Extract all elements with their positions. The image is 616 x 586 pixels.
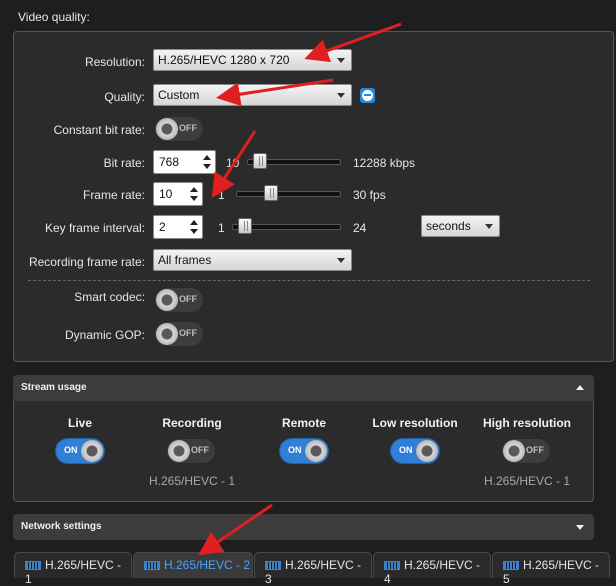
network-settings-title: Network settings [21,521,102,532]
frame-rate-max: 30 fps [353,188,386,202]
toggle-knob [168,440,190,462]
low-resolution-toggle[interactable]: ON [390,438,440,464]
network-settings-header[interactable]: Network settings [13,514,594,540]
frame-rate-min: 1 [218,188,225,202]
spin-down-icon[interactable] [203,164,211,169]
recording-stream: H.265/HEVC - 1 [148,474,236,488]
frame-rate-slider-track[interactable] [236,191,341,197]
dynamic-gop-toggle[interactable]: OFF [154,321,204,347]
resolution-dropdown[interactable]: H.265/HEVC 1280 x 720 [153,49,352,71]
toggle-state: OFF [179,328,197,338]
toggle-state: ON [64,445,78,455]
key-frame-interval-label: Key frame interval: [44,221,145,235]
low-resolution-title: Low resolution [372,416,458,430]
recording-frame-rate-value: All frames [158,253,212,267]
stream-icon [503,561,519,571]
chevron-down-icon [485,224,493,229]
frame-rate-value: 10 [159,187,173,201]
recording-title: Recording [162,416,222,430]
high-resolution-stream: H.265/HEVC - 1 [483,474,571,488]
recording-toggle[interactable]: OFF [166,438,216,464]
high-resolution-title: High resolution [483,416,571,430]
bit-rate-min: 10 [226,156,240,170]
stream-icon [265,561,281,571]
divider [28,280,590,281]
toggle-state: OFF [179,123,197,133]
quality-value: Custom [158,88,200,102]
toggle-state: ON [399,445,413,455]
spin-down-icon[interactable] [190,196,198,201]
frame-rate-label: Frame rate: [82,188,145,202]
remote-title: Remote [281,416,326,430]
tab-stream-2[interactable]: H.265/HEVC - 2 [133,552,253,578]
toggle-knob [503,440,525,462]
spin-up-icon[interactable] [190,187,198,192]
quality-dropdown[interactable]: Custom [153,84,352,106]
spin-down-icon[interactable] [190,229,198,234]
remote-toggle[interactable]: ON [279,438,329,464]
toggle-knob [156,323,178,345]
stream-icon [384,561,400,571]
key-frame-interval-min: 1 [218,221,225,235]
toggle-state: OFF [179,294,197,304]
frame-rate-spinner[interactable]: 10 [153,182,203,206]
key-frame-interval-spinner[interactable]: 2 [153,215,203,239]
section-title: Video quality: [18,10,90,24]
toggle-knob [156,118,178,140]
dynamic-gop-label: Dynamic GOP: [64,328,145,342]
key-frame-interval-slider-thumb[interactable] [237,218,252,234]
toggle-knob [305,440,327,462]
constant-bit-rate-toggle[interactable]: OFF [154,116,204,142]
key-frame-unit-value: seconds [426,219,471,233]
chevron-down-icon [337,93,345,98]
frame-rate-slider-thumb[interactable] [264,185,279,201]
high-resolution-toggle[interactable]: OFF [501,438,551,464]
chevron-down-icon [337,58,345,63]
toggle-state: OFF [526,445,544,455]
smart-codec-toggle[interactable]: OFF [154,287,204,313]
toggle-knob [156,289,178,311]
tab-stream-3[interactable]: H.265/HEVC - 3 [254,552,372,586]
spin-up-icon[interactable] [190,220,198,225]
smart-codec-label: Smart codec: [74,290,145,304]
bit-rate-value: 768 [159,155,180,169]
tab-stream-1[interactable]: H.265/HEVC - 1 [14,552,132,586]
toggle-state: ON [288,445,302,455]
quality-label: Quality: [104,90,145,104]
minus-circle-icon[interactable] [360,88,375,103]
key-frame-unit-dropdown[interactable]: seconds [421,215,500,237]
constant-bit-rate-label: Constant bit rate: [53,123,145,137]
resolution-value: H.265/HEVC 1280 x 720 [158,53,290,67]
bit-rate-label: Bit rate: [103,156,145,170]
stream-usage-title: Stream usage [21,382,87,393]
tab-label: H.265/HEVC - 2 [164,558,251,572]
tab-stream-4[interactable]: H.265/HEVC - 4 [373,552,491,586]
toggle-knob [81,440,103,462]
live-toggle[interactable]: ON [55,438,105,464]
toggle-state: OFF [191,445,209,455]
bit-rate-spinner[interactable]: 768 [153,150,216,174]
stream-icon [25,561,41,571]
stream-icon [144,561,160,571]
stream-usage-header[interactable]: Stream usage [13,375,594,401]
live-title: Live [67,416,92,430]
key-frame-interval-value: 2 [159,220,166,234]
chevron-up-icon[interactable] [576,385,584,390]
bit-rate-max: 12288 kbps [353,156,416,170]
chevron-down-icon[interactable] [576,525,584,530]
toggle-knob [416,440,438,462]
recording-frame-rate-label: Recording frame rate: [28,255,145,269]
resolution-label: Resolution: [84,55,145,69]
recording-frame-rate-dropdown[interactable]: All frames [153,249,352,271]
chevron-down-icon [337,258,345,263]
tab-stream-5[interactable]: H.265/HEVC - 5 [492,552,610,586]
bit-rate-slider-thumb[interactable] [253,153,268,169]
spin-up-icon[interactable] [203,155,211,160]
key-frame-interval-max: 24 [353,221,367,235]
